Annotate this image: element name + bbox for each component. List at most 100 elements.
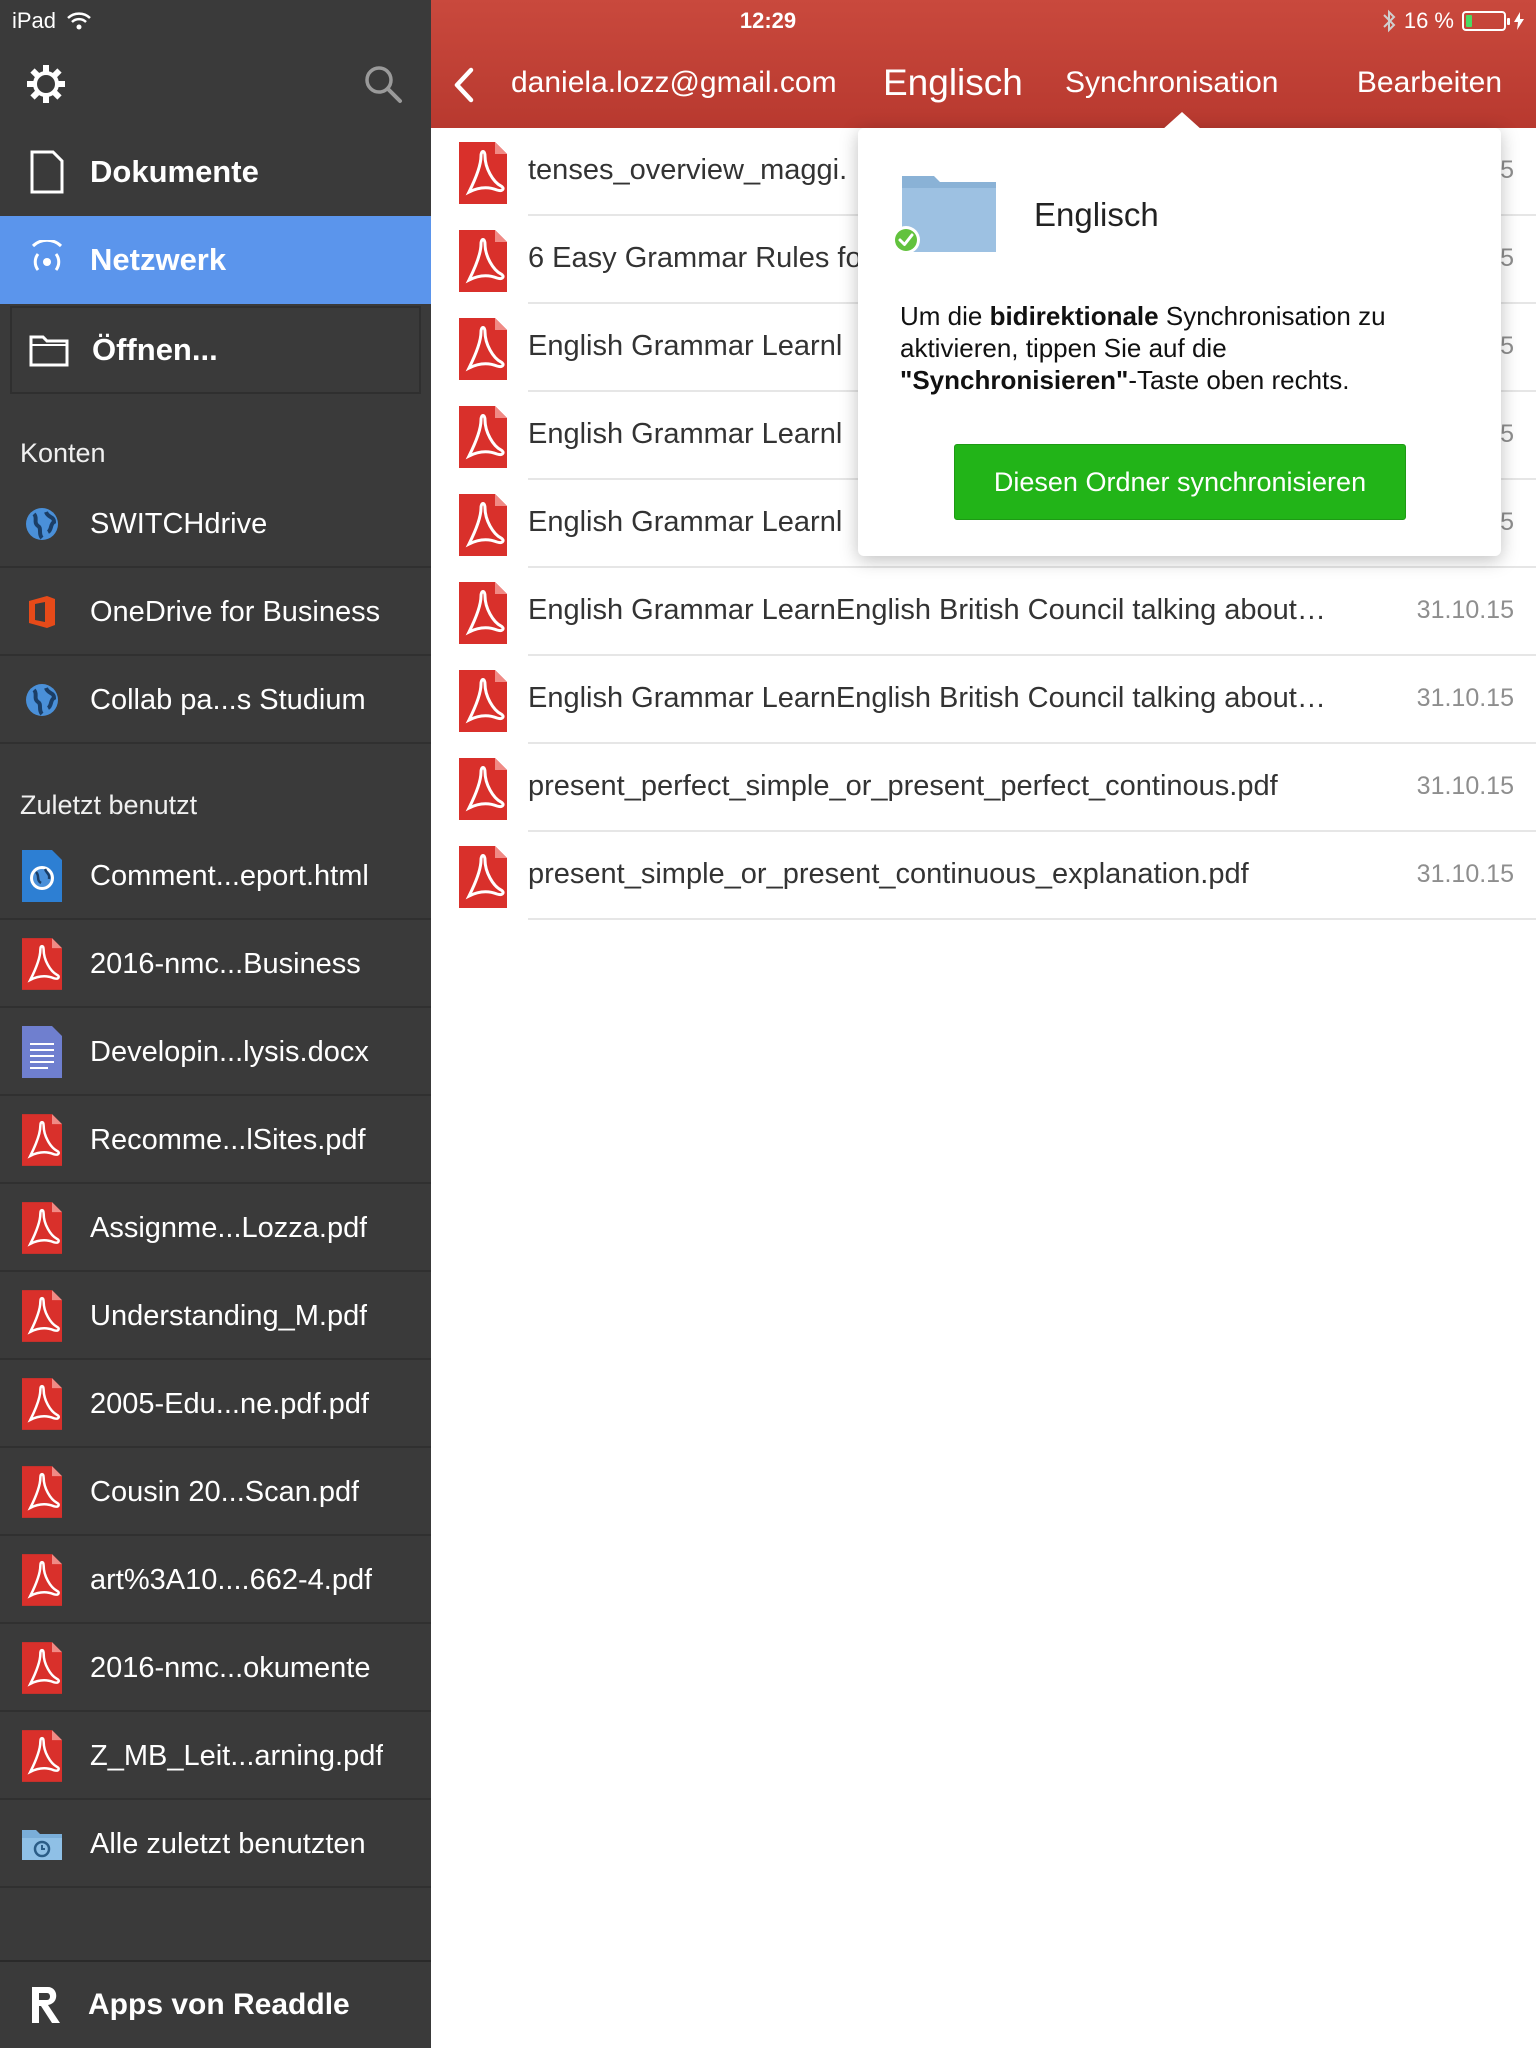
readdle-logo-icon xyxy=(32,1987,60,2023)
gear-icon[interactable] xyxy=(24,62,68,106)
recent-item[interactable]: Cousin 20...Scan.pdf xyxy=(0,1450,431,1536)
account-switchdrive[interactable]: SWITCHdrive xyxy=(0,482,431,568)
sidebar: Dokumente Netzwerk Öffnen... Konten SWIT… xyxy=(0,0,431,2048)
nav-label: Netzwerk xyxy=(90,242,227,277)
nav-label: Öffnen... xyxy=(92,332,218,367)
recent-item[interactable]: Developin...lysis.docx xyxy=(0,1010,431,1096)
recent-item-label: Cousin 20...Scan.pdf xyxy=(90,1475,360,1508)
pdf-icon xyxy=(20,1730,64,1782)
pdf-icon xyxy=(20,1466,64,1518)
office-icon xyxy=(20,587,64,637)
recent-item-label: Z_MB_Leit...arning.pdf xyxy=(90,1739,384,1772)
network-icon xyxy=(24,237,70,283)
account-label: OneDrive for Business xyxy=(90,595,381,628)
folder-open-icon xyxy=(26,327,72,373)
account-onedrive-business[interactable]: OneDrive for Business xyxy=(0,570,431,656)
recent-item-label: Understanding_M.pdf xyxy=(90,1299,368,1332)
file-date: 5 xyxy=(1500,508,1514,536)
battery-icon xyxy=(1462,11,1510,31)
sync-popover: Englisch Um die bidirektionale Synchroni… xyxy=(858,112,1501,556)
file-date: 5 xyxy=(1500,332,1514,360)
recent-heading: Zuletzt benutzt xyxy=(20,790,198,820)
edit-button[interactable]: Bearbeiten xyxy=(1357,66,1502,100)
nav-label: Dokumente xyxy=(90,154,259,189)
html-file-icon xyxy=(20,850,64,902)
file-row[interactable]: present_perfect_simple_or_present_perfec… xyxy=(431,744,1536,832)
status-time: 12:29 xyxy=(739,8,797,33)
file-date: 5 xyxy=(1500,244,1514,272)
document-icon xyxy=(24,149,70,195)
back-account-button[interactable]: daniela.lozz@gmail.com xyxy=(511,66,837,100)
file-date: 5 xyxy=(1500,156,1514,184)
recent-item[interactable]: Understanding_M.pdf xyxy=(0,1274,431,1360)
msg-part: Um die xyxy=(900,301,990,331)
file-name: English Grammar LearnEnglish British Cou… xyxy=(528,594,1326,626)
file-name: English Grammar LearnEnglish British Cou… xyxy=(528,682,1326,714)
recent-item-label: art%3A10....662-4.pdf xyxy=(90,1563,373,1596)
pdf-icon xyxy=(459,846,507,908)
readdle-apps-label: Apps von Readdle xyxy=(88,1988,350,2021)
recent-item[interactable]: Alle zuletzt benutzten xyxy=(0,1802,431,1888)
recent-item[interactable]: 2016-nmc...okumente xyxy=(0,1626,431,1712)
recent-item[interactable]: 2005-Edu...ne.pdf.pdf xyxy=(0,1362,431,1448)
charging-bolt-icon xyxy=(1514,12,1524,30)
file-date: 31.10.15 xyxy=(1416,684,1514,712)
recent-item-label: 2016-nmc...Business xyxy=(90,947,361,980)
recent-item[interactable]: art%3A10....662-4.pdf xyxy=(0,1538,431,1624)
nav-open[interactable]: Öffnen... xyxy=(10,306,421,394)
popover-arrow xyxy=(1162,112,1202,130)
file-row[interactable]: English Grammar LearnEnglish British Cou… xyxy=(431,568,1536,656)
recent-item-label: Developin...lysis.docx xyxy=(90,1035,369,1068)
file-date: 31.10.15 xyxy=(1416,772,1514,800)
pdf-icon xyxy=(20,1378,64,1430)
pdf-icon xyxy=(20,1642,64,1694)
accounts-heading: Konten xyxy=(20,438,106,468)
file-date: 31.10.15 xyxy=(1416,596,1514,624)
recent-item[interactable]: Comment...eport.html xyxy=(0,834,431,920)
pdf-icon xyxy=(20,1114,64,1166)
file-row[interactable]: present_simple_or_present_continuous_exp… xyxy=(431,832,1536,920)
pdf-icon xyxy=(459,318,507,380)
pdf-icon xyxy=(459,230,507,292)
file-name: present_simple_or_present_continuous_exp… xyxy=(528,858,1249,890)
recent-item-label: 2005-Edu...ne.pdf.pdf xyxy=(90,1387,369,1420)
pdf-icon xyxy=(459,142,507,204)
row-divider xyxy=(528,918,1536,920)
nav-network[interactable]: Netzwerk xyxy=(0,216,431,304)
nav-documents[interactable]: Dokumente xyxy=(0,128,431,216)
page-title: Englisch xyxy=(883,62,1023,103)
file-name: present_perfect_simple_or_present_perfec… xyxy=(528,770,1278,802)
recent-item-label: Recomme...lSites.pdf xyxy=(90,1123,366,1156)
file-row[interactable]: English Grammar LearnEnglish British Cou… xyxy=(431,656,1536,744)
docx-icon xyxy=(20,1026,64,1078)
globe-icon xyxy=(20,499,64,549)
search-icon[interactable] xyxy=(363,64,403,104)
popover-message: Um die bidirektionale Synchronisation zu… xyxy=(900,300,1470,396)
recent-item-label: Alle zuletzt benutzten xyxy=(90,1827,366,1860)
bluetooth-icon xyxy=(1383,9,1396,33)
account-label: SWITCHdrive xyxy=(90,507,268,540)
recent-item[interactable]: Recomme...lSites.pdf xyxy=(0,1098,431,1184)
recent-folder-icon xyxy=(20,1819,64,1869)
pdf-icon xyxy=(459,670,507,732)
sync-folder-button[interactable]: Diesen Ordner synchronisieren xyxy=(954,444,1406,520)
pdf-icon xyxy=(20,1554,64,1606)
pdf-icon xyxy=(459,758,507,820)
account-collab[interactable]: Collab pa...s Studium xyxy=(0,658,431,744)
pdf-icon xyxy=(459,494,507,556)
recent-item[interactable]: Z_MB_Leit...arning.pdf xyxy=(0,1714,431,1800)
sidebar-toolbar xyxy=(0,40,431,128)
popover-title: Englisch xyxy=(1034,196,1159,233)
msg-bold: "Synchronisieren" xyxy=(900,365,1129,395)
file-date: 5 xyxy=(1500,420,1514,448)
readdle-apps-button[interactable]: Apps von Readdle xyxy=(0,1960,431,2048)
back-chevron-icon[interactable] xyxy=(449,66,479,104)
status-bar: iPad 12:29 16 % xyxy=(0,0,1536,40)
recent-item-label: Assignme...Lozza.pdf xyxy=(90,1211,368,1244)
synchronisation-button[interactable]: Synchronisation xyxy=(1065,66,1278,100)
pdf-icon xyxy=(459,406,507,468)
recent-item[interactable]: Assignme...Lozza.pdf xyxy=(0,1186,431,1272)
recent-item[interactable]: 2016-nmc...Business xyxy=(0,922,431,1008)
pdf-icon xyxy=(459,582,507,644)
battery-percent: 16 % xyxy=(1403,8,1454,33)
